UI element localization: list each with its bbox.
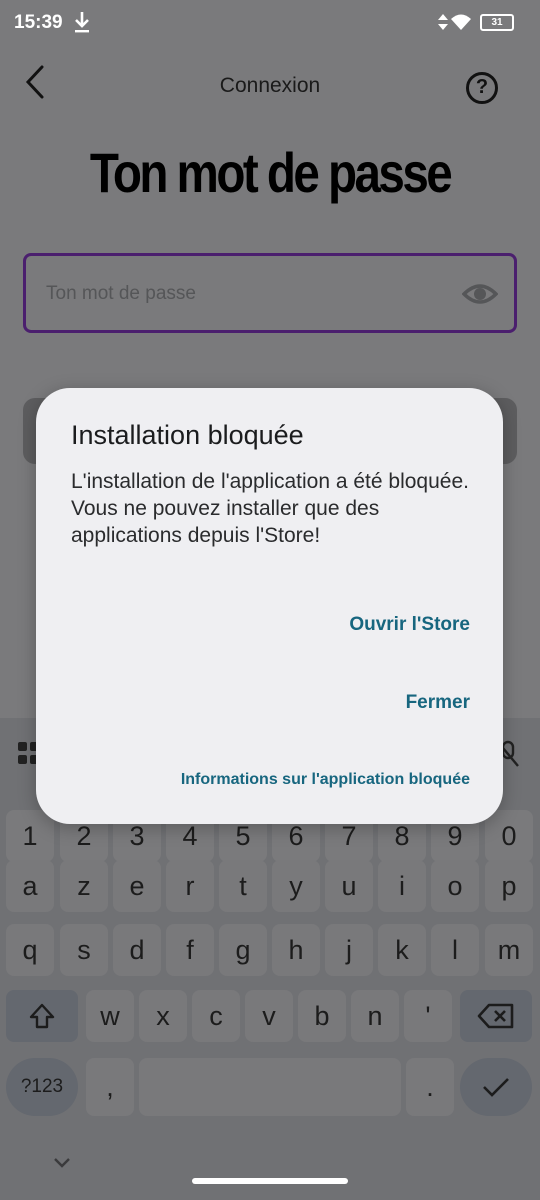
key-g[interactable]: g <box>219 924 267 976</box>
wifi-icon <box>451 14 471 30</box>
key-y[interactable]: y <box>272 860 320 912</box>
key-c[interactable]: c <box>192 990 240 1042</box>
key-w[interactable]: w <box>86 990 134 1042</box>
key-p[interactable]: p <box>485 860 533 912</box>
eye-icon[interactable] <box>462 278 498 310</box>
status-time: 15:39 <box>14 12 63 33</box>
battery-level: 31 <box>491 17 503 28</box>
space-key[interactable] <box>139 1058 401 1116</box>
key-e[interactable]: e <box>113 860 161 912</box>
key-j[interactable]: j <box>325 924 373 976</box>
key-0[interactable]: 0 <box>485 810 533 862</box>
symbols-key[interactable]: ?123 <box>6 1058 78 1116</box>
key-apostrophe[interactable]: ' <box>404 990 452 1042</box>
key-u[interactable]: u <box>325 860 373 912</box>
data-arrows-icon <box>438 14 448 30</box>
home-indicator[interactable] <box>192 1178 348 1184</box>
key-x[interactable]: x <box>139 990 187 1042</box>
key-h[interactable]: h <box>272 924 320 976</box>
key-1[interactable]: 1 <box>6 810 54 862</box>
dialog-message-line1: L'installation de l'application a été bl… <box>71 470 469 493</box>
blocked-install-dialog: Installation bloquée L'installation de l… <box>36 388 503 824</box>
key-z[interactable]: z <box>60 860 108 912</box>
shift-icon <box>29 1003 55 1029</box>
page-title: Ton mot de passe <box>89 141 453 204</box>
chevron-down-icon[interactable] <box>52 1156 72 1170</box>
download-icon <box>75 12 89 33</box>
key-l[interactable]: l <box>431 924 479 976</box>
comma-key[interactable]: , <box>86 1058 134 1116</box>
password-input[interactable] <box>46 278 426 310</box>
close-button[interactable]: Fermer <box>406 692 470 714</box>
key-m[interactable]: m <box>485 924 533 976</box>
dialog-title: Installation bloquée <box>71 420 304 450</box>
dialog-message-line2: Vous ne pouvez installer que des applica… <box>71 497 380 547</box>
key-d[interactable]: d <box>113 924 161 976</box>
key-a[interactable]: a <box>6 860 54 912</box>
backspace-key[interactable] <box>460 990 532 1042</box>
period-key[interactable]: . <box>406 1058 454 1116</box>
key-k[interactable]: k <box>378 924 426 976</box>
key-n[interactable]: n <box>351 990 399 1042</box>
key-f[interactable]: f <box>166 924 214 976</box>
key-t[interactable]: t <box>219 860 267 912</box>
blocked-app-info-button[interactable]: Informations sur l'application bloquée <box>181 771 470 789</box>
help-icon[interactable]: ? <box>466 72 498 104</box>
key-b[interactable]: b <box>298 990 346 1042</box>
shift-key[interactable] <box>6 990 78 1042</box>
key-r[interactable]: r <box>166 860 214 912</box>
battery-icon: 31 <box>480 14 514 31</box>
key-o[interactable]: o <box>431 860 479 912</box>
key-q[interactable]: q <box>6 924 54 976</box>
key-s[interactable]: s <box>60 924 108 976</box>
enter-key[interactable] <box>460 1058 532 1116</box>
checkmark-icon <box>483 1078 509 1097</box>
key-v[interactable]: v <box>245 990 293 1042</box>
open-store-button[interactable]: Ouvrir l'Store <box>349 614 470 636</box>
backspace-icon <box>477 1003 514 1029</box>
status-bar: 15:39 31 <box>0 0 540 46</box>
password-field[interactable] <box>23 253 517 333</box>
header-title: Connexion <box>219 74 321 97</box>
key-i[interactable]: i <box>378 860 426 912</box>
dialog-message: L'installation de l'application a été bl… <box>71 468 471 549</box>
